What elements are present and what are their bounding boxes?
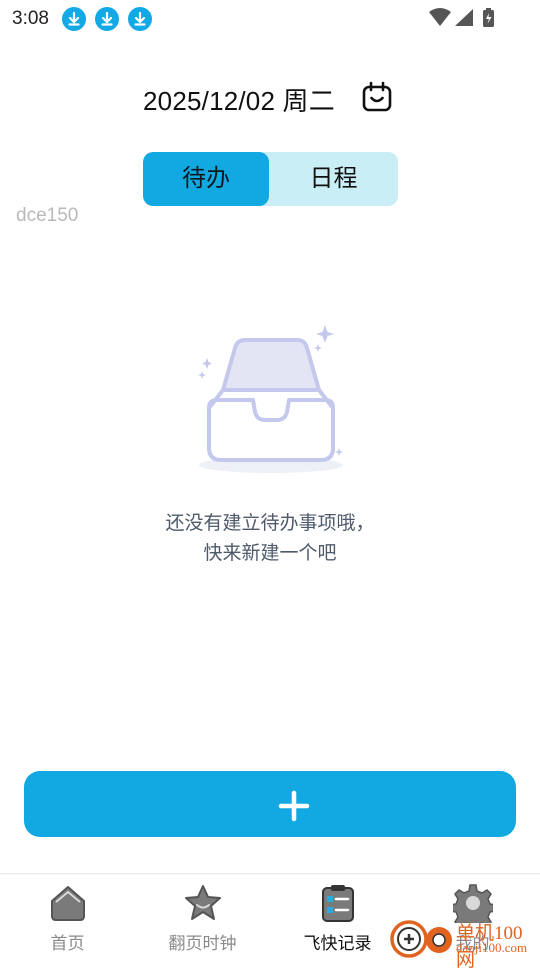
cellular-signal-icon bbox=[455, 9, 473, 26]
current-date: 2025/12/02 周二 bbox=[143, 86, 335, 116]
device-id-label: dce150 bbox=[16, 205, 79, 226]
segmented-control: 待办 日程 bbox=[143, 152, 398, 206]
home-icon bbox=[49, 883, 87, 928]
tab-todo[interactable]: 待办 bbox=[143, 152, 269, 206]
download-icon bbox=[95, 7, 119, 31]
watermark: 单机100网 danji100.com bbox=[388, 916, 540, 971]
system-status-icons bbox=[428, 7, 500, 34]
add-todo-button[interactable] bbox=[24, 771, 516, 837]
empty-message-line2: 快来新建一个吧 bbox=[203, 543, 337, 564]
empty-message-line1: 还没有建立待办事项哦， bbox=[165, 513, 375, 534]
watermark-logo-icon bbox=[390, 920, 452, 958]
watermark-url: danji100.com bbox=[456, 940, 528, 955]
battery-icon bbox=[483, 8, 494, 27]
nav-label-home: 首页 bbox=[50, 934, 85, 953]
empty-inbox-icon bbox=[195, 320, 350, 480]
star-icon bbox=[182, 883, 224, 928]
download-icon bbox=[62, 7, 86, 31]
calendar-icon[interactable] bbox=[361, 81, 393, 118]
status-time: 3:08 bbox=[12, 8, 49, 29]
nav-label-flip-clock: 翻页时钟 bbox=[168, 934, 237, 953]
wifi-icon bbox=[429, 8, 451, 26]
clipboard-list-icon bbox=[320, 883, 356, 928]
date-header: 2025/12/02 周二 bbox=[0, 78, 540, 118]
tab-schedule[interactable]: 日程 bbox=[269, 152, 398, 206]
nav-label-quick-notes: 飞快记录 bbox=[303, 934, 372, 953]
nav-item-flip-clock[interactable]: 翻页时钟 bbox=[135, 874, 270, 961]
nav-item-home[interactable]: 首页 bbox=[0, 874, 135, 961]
status-bar: 3:08 bbox=[0, 0, 540, 36]
download-icon bbox=[128, 7, 152, 31]
nav-item-quick-notes[interactable]: 飞快记录 bbox=[270, 874, 405, 961]
plus-icon bbox=[278, 790, 310, 822]
